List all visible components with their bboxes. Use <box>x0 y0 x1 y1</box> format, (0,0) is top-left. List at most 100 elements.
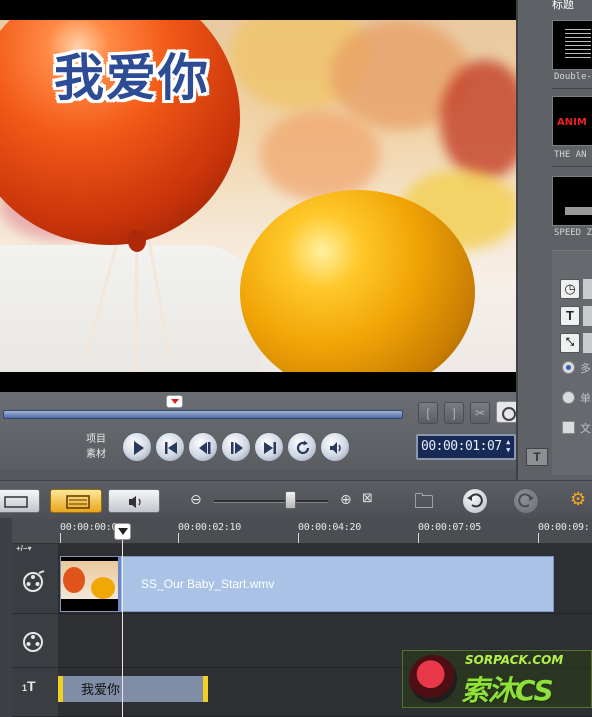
clip-thumbnail <box>61 557 119 611</box>
options-panel: ◷ T ⤡ 多 单 文 <box>552 250 592 475</box>
clip-edge <box>118 557 121 611</box>
duration-field[interactable] <box>583 279 592 299</box>
zoom-out-icon[interactable]: ⊖ <box>190 491 202 508</box>
thumb-text-lines <box>565 29 591 59</box>
playhead-marker[interactable] <box>114 523 131 540</box>
playhead-line <box>122 540 123 717</box>
title-t-icon: T <box>27 678 36 694</box>
ruler-tick-label: 00:00:07:05 <box>418 522 481 533</box>
timeline-ruler[interactable]: 00:00:00:00 00:00:02:10 00:00:04:20 00:0… <box>12 518 592 544</box>
watermark-brand: 索沐CS <box>461 674 554 707</box>
ruler-tick-label: 00:00:02:10 <box>178 522 241 533</box>
balloon-ribbon <box>135 235 138 372</box>
single-title-radio[interactable] <box>562 391 575 404</box>
zoom-slider-thumb[interactable] <box>285 491 296 509</box>
multi-title-radio[interactable] <box>562 361 575 374</box>
resize-icon[interactable]: ⤡ <box>560 333 580 353</box>
repeat-icon <box>296 440 310 455</box>
mark-out-button[interactable]: ] <box>444 402 464 424</box>
video-track-icon[interactable] <box>22 570 46 594</box>
title-track-icon[interactable]: 1T <box>22 678 46 702</box>
volume-button[interactable] <box>320 432 350 462</box>
text-checkbox[interactable] <box>562 421 575 434</box>
zoom-in-icon[interactable]: ⊕ <box>340 491 352 508</box>
video-editor-window: 我爱你 [ ] ✂ 项目 素材 00:00:01:07 ▲ ▼ 标题 Doubl… <box>0 0 592 717</box>
step-forward-icon <box>231 442 243 454</box>
thumb-label: SPEED Z <box>554 228 592 238</box>
title-preset-thumb[interactable] <box>552 20 592 70</box>
bokeh-shape <box>260 110 380 200</box>
snapshot-icon[interactable] <box>496 401 518 423</box>
clock-icon[interactable]: ◷ <box>560 279 580 299</box>
ruler-tick <box>60 533 61 543</box>
overlay-track-icon[interactable] <box>22 630 46 654</box>
overlay-reel-icon <box>23 632 43 652</box>
font-field[interactable] <box>583 306 592 326</box>
preview-frame: 我爱你 <box>0 20 516 372</box>
thumb-label: Double- <box>554 72 592 82</box>
thumb-red-balloon <box>63 567 85 593</box>
redo-button[interactable] <box>513 488 539 514</box>
text-checkbox-label: 文 <box>580 423 591 435</box>
previous-frame-button[interactable] <box>188 432 218 462</box>
play-mode-labels: 项目 素材 <box>86 432 106 462</box>
repeat-button[interactable] <box>287 432 317 462</box>
timecode-spinner[interactable]: ▲ ▼ <box>503 438 513 456</box>
timeline-icon <box>66 495 90 509</box>
film-reel-icon <box>23 570 45 592</box>
smart-proxy-icon[interactable]: ⚙ <box>570 489 586 510</box>
speaker-icon <box>330 442 341 454</box>
redo-icon <box>518 493 534 508</box>
playback-panel: [ ] ✂ 项目 素材 00:00:01:07 ▲ ▼ <box>0 392 520 470</box>
watermark-logo-icon <box>409 655 457 703</box>
preview-title-overlay[interactable]: 我爱你 <box>54 38 210 110</box>
playback-controls <box>122 432 350 462</box>
balloon-knot <box>128 230 146 252</box>
scrub-bar[interactable] <box>3 410 403 419</box>
undo-button[interactable] <box>462 488 488 514</box>
skip-start-icon <box>165 442 177 454</box>
text-tool-icon[interactable]: T <box>560 306 580 326</box>
library-panel: 标题 Double- ANIM THE AN SPEED Z ◷ T ⤡ 多 单 <box>516 0 592 480</box>
ruler-tick <box>298 533 299 543</box>
title-clip-text: 我爱你 <box>81 683 121 698</box>
timeline-toolbar: ⊖ ⊕ ⊠ 🗀 ⚙ <box>0 480 592 518</box>
title-preset-thumb[interactable] <box>552 176 592 226</box>
mode-clip-label[interactable]: 素材 <box>86 447 106 462</box>
ruler-tick-label: 00:00:09: <box>538 522 590 533</box>
end-button[interactable] <box>254 432 284 462</box>
home-button[interactable] <box>155 432 185 462</box>
timecode-value: 00:00:01:07 <box>421 439 502 454</box>
single-title-label: 单 <box>580 393 591 405</box>
ruler-tick <box>178 533 179 543</box>
title-preset-thumb[interactable]: ANIM <box>552 96 592 146</box>
size-field[interactable] <box>583 333 592 353</box>
thumb-label: THE AN <box>554 150 587 160</box>
undo-icon <box>467 493 483 508</box>
timeline-view-button[interactable] <box>50 489 102 513</box>
audio-view-button[interactable] <box>108 489 160 513</box>
zoom-slider-track[interactable] <box>214 500 328 503</box>
watermark-url: SORPACK.COM <box>465 653 564 667</box>
fit-project-icon[interactable]: ⊠ <box>362 490 373 506</box>
white-cloth <box>0 245 260 372</box>
scissors-icon[interactable]: ✂ <box>470 402 490 424</box>
library-title: 标题 <box>552 0 574 11</box>
import-folder-icon[interactable]: 🗀 <box>414 487 434 521</box>
mark-in-button[interactable]: [ <box>418 402 438 424</box>
title-style-button[interactable]: T <box>526 448 548 466</box>
scrub-marker[interactable] <box>166 395 183 408</box>
video-clip[interactable]: SS_Our Baby_Start.wmv <box>60 556 554 612</box>
bokeh-shape <box>440 60 516 180</box>
divider <box>552 166 592 167</box>
track-manager-button[interactable]: +/−▾ <box>16 544 32 553</box>
title-clip[interactable]: 我爱你 <box>58 676 208 702</box>
play-icon <box>134 441 144 455</box>
site-watermark: SORPACK.COM 索沐CS <box>402 650 592 708</box>
preview-window: 我爱你 <box>0 0 516 392</box>
mode-project-label[interactable]: 项目 <box>86 432 106 447</box>
storyboard-view-button[interactable] <box>0 489 40 513</box>
timecode-field[interactable]: 00:00:01:07 ▲ ▼ <box>416 434 516 460</box>
play-button[interactable] <box>122 432 152 462</box>
next-frame-button[interactable] <box>221 432 251 462</box>
